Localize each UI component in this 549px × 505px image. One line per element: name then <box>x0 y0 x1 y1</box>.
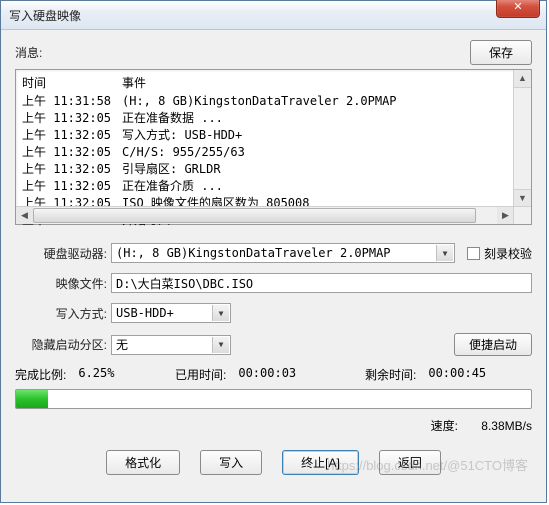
log-time: 上午 11:32:05 <box>22 178 122 195</box>
remaining-value: 00:00:45 <box>428 366 486 383</box>
elapsed-label: 已用时间: <box>175 366 226 383</box>
scroll-track[interactable] <box>33 207 497 224</box>
checkbox-box <box>467 247 480 260</box>
write-button[interactable]: 写入 <box>200 450 262 475</box>
percent-value: 6.25% <box>78 366 114 383</box>
verify-label: 刻录校验 <box>484 245 532 262</box>
verify-checkbox[interactable]: 刻录校验 <box>467 245 532 262</box>
log-time: 上午 11:32:05 <box>22 127 122 144</box>
log-event: C/H/S: 955/255/63 <box>122 144 525 161</box>
image-path-input[interactable]: D:\大白菜ISO\DBC.ISO <box>111 273 532 293</box>
method-label: 写入方式: <box>15 305 111 322</box>
chevron-down-icon[interactable]: ▼ <box>436 245 453 261</box>
window-title: 写入硬盘映像 <box>9 7 81 24</box>
log-row[interactable]: 上午 11:32:05正在准备数据 ... <box>22 110 525 127</box>
vertical-scrollbar[interactable]: ▲ ▼ <box>513 70 531 207</box>
hidden-partition-label: 隐藏启动分区: <box>15 336 111 353</box>
image-label: 映像文件: <box>15 275 111 292</box>
log-event: 正在准备数据 ... <box>122 110 525 127</box>
write-method-combo[interactable]: USB-HDD+ ▼ <box>111 303 231 323</box>
scroll-corner <box>513 206 531 224</box>
scroll-right-icon[interactable]: ▶ <box>497 207 514 224</box>
horizontal-scrollbar[interactable]: ◀ ▶ <box>16 206 514 224</box>
log-event: 正在准备介质 ... <box>122 178 525 195</box>
back-button[interactable]: 返回 <box>379 450 441 475</box>
log-event: 引导扇区: GRLDR <box>122 161 525 178</box>
scroll-thumb[interactable] <box>33 208 476 223</box>
remaining-label: 剩余时间: <box>365 366 416 383</box>
chevron-down-icon[interactable]: ▼ <box>212 337 229 353</box>
percent-label: 完成比例: <box>15 366 66 383</box>
write-method-value: USB-HDD+ <box>116 306 174 320</box>
image-path-value: D:\大白菜ISO\DBC.ISO <box>116 275 253 292</box>
messages-label: 消息: <box>15 44 470 61</box>
log-time: 上午 11:32:05 <box>22 161 122 178</box>
speed-value: 8.38MB/s <box>481 419 532 433</box>
log-time: 上午 11:31:58 <box>22 93 122 110</box>
progress-bar <box>15 389 532 409</box>
scroll-down-icon[interactable]: ▼ <box>514 189 531 207</box>
scroll-up-icon[interactable]: ▲ <box>514 70 531 88</box>
scroll-left-icon[interactable]: ◀ <box>16 207 33 224</box>
drive-value: (H:, 8 GB)KingstonDataTraveler 2.0PMAP <box>116 246 391 260</box>
log-row[interactable]: 上午 11:32:05正在准备介质 ... <box>22 178 525 195</box>
portable-boot-button[interactable]: 便捷启动 <box>454 333 532 356</box>
hidden-partition-combo[interactable]: 无 ▼ <box>111 335 231 355</box>
col-header-event[interactable]: 事件 <box>122 74 525 91</box>
log-row[interactable]: 上午 11:32:05C/H/S: 955/255/63 <box>22 144 525 161</box>
dialog-window: 写入硬盘映像 ✕ 消息: 保存 时间 事件 上午 11:31:58(H:, 8 … <box>0 0 547 503</box>
title-bar[interactable]: 写入硬盘映像 ✕ <box>1 1 546 30</box>
speed-label: 速度: <box>431 419 458 433</box>
col-header-time[interactable]: 时间 <box>22 74 122 91</box>
log-time: 上午 11:32:05 <box>22 144 122 161</box>
log-list: 时间 事件 上午 11:31:58(H:, 8 GB)KingstonDataT… <box>15 69 532 225</box>
save-button[interactable]: 保存 <box>470 40 532 65</box>
format-button[interactable]: 格式化 <box>106 450 180 475</box>
abort-button[interactable]: 终止[A] <box>282 450 359 475</box>
hidden-partition-value: 无 <box>116 336 128 353</box>
elapsed-value: 00:00:03 <box>238 366 296 383</box>
chevron-down-icon[interactable]: ▼ <box>212 305 229 321</box>
log-event: 写入方式: USB-HDD+ <box>122 127 525 144</box>
log-row[interactable]: 上午 11:32:05引导扇区: GRLDR <box>22 161 525 178</box>
close-button[interactable]: ✕ <box>496 0 540 18</box>
drive-label: 硬盘驱动器: <box>15 245 111 262</box>
log-row[interactable]: 上午 11:32:05写入方式: USB-HDD+ <box>22 127 525 144</box>
log-time: 上午 11:32:05 <box>22 110 122 127</box>
drive-combo[interactable]: (H:, 8 GB)KingstonDataTraveler 2.0PMAP ▼ <box>111 243 455 263</box>
log-event: (H:, 8 GB)KingstonDataTraveler 2.0PMAP <box>122 93 525 110</box>
progress-fill <box>16 390 48 408</box>
log-row[interactable]: 上午 11:31:58(H:, 8 GB)KingstonDataTravele… <box>22 93 525 110</box>
close-icon: ✕ <box>513 1 522 13</box>
